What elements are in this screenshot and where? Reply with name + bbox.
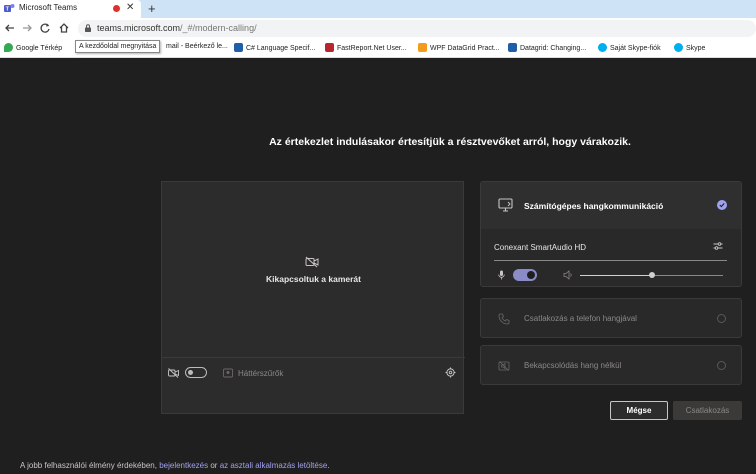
bookmark-fastreport[interactable]: FastReport.Net User... (325, 43, 407, 52)
bookmark-google-maps[interactable]: Google Térkép (4, 43, 62, 52)
camera-off-icon (168, 368, 179, 378)
url-text: teams.microsoft.com/_#/modern-calling/ (97, 23, 257, 33)
no-audio-option[interactable]: Bekapcsolódás hang nélkül (480, 345, 742, 385)
browser-toolbar: teams.microsoft.com/_#/modern-calling/ (0, 18, 756, 40)
device-underline (494, 260, 727, 261)
bookmark-label: FastReport.Net User... (337, 45, 407, 52)
reload-icon[interactable] (38, 21, 52, 35)
bookmark-label: C# Language Specif... (246, 45, 316, 52)
join-button[interactable]: Csatlakozás (673, 401, 742, 420)
bookmark-csharp-spec[interactable]: C# Language Specif... (234, 43, 315, 52)
footer-text: A jobb felhasználói élmény érdekében, (20, 461, 160, 470)
recording-indicator-icon (113, 5, 120, 12)
browser-tab[interactable]: T Microsoft Teams ✕ (0, 0, 141, 18)
datagrid-icon (508, 43, 517, 52)
footer-text: or (208, 461, 220, 470)
phone-icon (498, 313, 510, 325)
forward-arrow-icon[interactable] (20, 21, 34, 35)
home-icon[interactable] (57, 21, 71, 35)
bookmark-skype[interactable]: Skype (674, 43, 705, 52)
home-tooltip: A kezdőoldal megnyitása (75, 40, 161, 53)
video-preview: Kikapcsoltuk a kamerát Háttérszűrők (161, 181, 465, 414)
toggle-knob (188, 370, 193, 375)
no-audio-radio[interactable] (717, 361, 726, 370)
background-effects-icon (223, 368, 233, 378)
url-path: /_#/modern-calling/ (180, 23, 257, 33)
background-filters-button[interactable]: Háttérszűrők (238, 369, 283, 378)
sliders-icon[interactable] (713, 241, 723, 251)
bookmark-mail[interactable]: mail - Beérkező le... (166, 43, 228, 50)
toggle-knob (527, 271, 535, 279)
maps-icon (4, 43, 13, 52)
bookmark-label: Datagrid: Changing... (520, 45, 587, 52)
computer-audio-option[interactable]: Számítógépes hangkommunikáció Conexant S… (480, 181, 742, 287)
volume-slider-handle[interactable] (648, 272, 655, 278)
speaker-icon (563, 270, 572, 280)
phone-audio-option[interactable]: Csatlakozás a telefon hangjával (480, 298, 742, 338)
download-app-link[interactable]: az asztali alkalmazás letöltése (220, 461, 328, 470)
wpf-icon (418, 43, 427, 52)
device-settings-icon[interactable] (445, 367, 456, 378)
address-bar[interactable]: teams.microsoft.com/_#/modern-calling/ (78, 20, 756, 37)
bookmark-label: Skype (686, 45, 706, 52)
doc-icon (234, 43, 243, 52)
microphone-icon (498, 270, 505, 280)
back-arrow-icon[interactable] (3, 21, 17, 35)
speaker-off-icon (498, 361, 510, 371)
video-controls: Háttérszűrők (162, 357, 465, 388)
tab-close-icon[interactable]: ✕ (126, 2, 134, 14)
tab-title: Microsoft Teams (19, 3, 78, 12)
skype-icon (674, 43, 683, 52)
camera-off-label: Kikapcsoltuk a kamerát (266, 274, 361, 284)
computer-audio-header: Számítógépes hangkommunikáció (481, 182, 741, 229)
skype-icon (598, 43, 607, 52)
bookmark-label: WPF DataGrid Pract... (430, 45, 500, 52)
new-tab-icon[interactable]: + (148, 0, 156, 17)
microphone-toggle[interactable] (513, 269, 537, 281)
computer-audio-icon (498, 198, 513, 212)
camera-toggle[interactable] (185, 367, 207, 378)
bookmark-label: Google Térkép (16, 45, 63, 52)
lock-icon (85, 24, 91, 32)
url-host: teams.microsoft.com (97, 23, 181, 33)
selected-check-icon (717, 200, 727, 210)
footer-message: A jobb felhasználói élmény érdekében, be… (20, 461, 330, 470)
bookmark-label: mail - Beérkező le... (166, 43, 228, 50)
computer-audio-label: Számítógépes hangkommunikáció (524, 201, 664, 211)
teams-icon: T (4, 4, 15, 13)
page-title: Az értekezlet indulásakor értesítjük a r… (269, 136, 631, 148)
phone-audio-label: Csatlakozás a telefon hangjával (524, 314, 637, 323)
bookmark-label: Saját Skype-fiók (610, 45, 661, 52)
bookmark-wpf-datagrid[interactable]: WPF DataGrid Pract... (418, 43, 500, 52)
no-audio-label: Bekapcsolódás hang nélkül (524, 361, 622, 370)
bookmark-skype-account[interactable]: Saját Skype-fiók (598, 43, 661, 52)
footer-text: . (327, 461, 330, 470)
sign-in-link[interactable]: bejelentkezés (159, 461, 208, 470)
fastreport-icon (325, 43, 334, 52)
cancel-button[interactable]: Mégse (610, 401, 668, 420)
camera-off-icon (305, 256, 319, 268)
audio-device-select[interactable]: Conexant SmartAudio HD (494, 243, 586, 252)
volume-slider-fill (580, 275, 652, 276)
browser-tab-strip: T Microsoft Teams ✕ + (0, 0, 756, 18)
bookmark-datagrid[interactable]: Datagrid: Changing... (508, 43, 586, 52)
phone-audio-radio[interactable] (717, 314, 726, 323)
